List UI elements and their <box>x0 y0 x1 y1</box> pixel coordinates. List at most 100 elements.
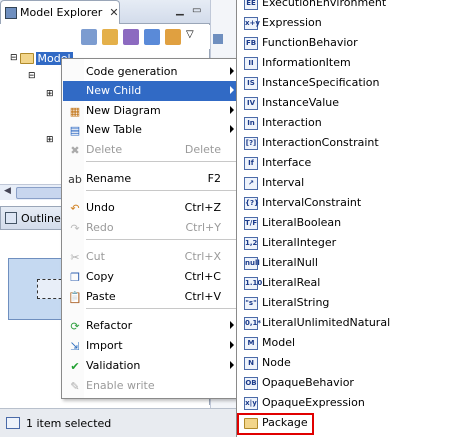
view-menu-icon[interactable]: ▽ <box>186 29 202 45</box>
menu-item-copy[interactable]: ❐ Copy Ctrl+C <box>63 267 239 287</box>
collapse-icon[interactable]: ⊟ <box>10 53 18 63</box>
submenu-arrow-icon <box>230 67 234 75</box>
tree-row-child[interactable]: ⊟ <box>28 68 36 84</box>
submenu-item-literalreal[interactable]: 1.10 LiteralReal <box>237 273 452 293</box>
submenu-item-executionenvironment[interactable]: EE ExecutionEnvironment <box>237 0 452 13</box>
menu-item-shortcut: Delete <box>184 143 221 156</box>
cut-icon: ✂ <box>70 250 80 264</box>
submenu-item-model[interactable]: M Model <box>237 333 452 353</box>
submenu-item-label: ExecutionEnvironment <box>262 0 387 9</box>
link-editor-icon[interactable] <box>102 29 118 45</box>
submenu-item-literalinteger[interactable]: 1,2 LiteralInteger <box>237 233 452 253</box>
sync-icon[interactable] <box>165 29 181 45</box>
validation-icon: ✔ <box>70 359 80 373</box>
blank-icon <box>67 64 83 80</box>
submenu-item-label: Model <box>262 336 296 349</box>
menu-item-validation[interactable]: ✔ Validation <box>63 356 239 376</box>
menu-item-label: Redo <box>86 221 114 234</box>
literalstring-icon: "s" <box>243 295 259 311</box>
submenu-item-label: LiteralBoolean <box>262 216 342 229</box>
minimize-icon[interactable]: ▁ <box>176 5 184 16</box>
submenu-item-interaction[interactable]: In Interaction <box>237 113 452 133</box>
context-menu: Code generation New Child ▦ New Diagram ▤ New… <box>61 58 239 399</box>
tree-row-child[interactable]: ⊞ <box>46 86 54 102</box>
scroll-left-icon[interactable]: ◀ <box>4 186 11 196</box>
import-icon: ⇲ <box>70 339 80 353</box>
table-icon: ▤ <box>69 123 81 137</box>
menu-item-shortcut: Ctrl+C <box>184 270 221 283</box>
menu-item-new-table[interactable]: ▤ New Table <box>63 120 239 140</box>
status-text: 1 item selected <box>26 416 112 430</box>
menu-separator <box>86 239 236 240</box>
opaqueexpression-icon: x|y <box>243 395 259 411</box>
literalunlimitednatural-icon: 0,1* <box>243 315 261 331</box>
submenu-item-informationitem[interactable]: II InformationItem <box>237 53 452 73</box>
submenu-item-label: LiteralString <box>262 296 330 309</box>
menu-item-shortcut: Ctrl+Z <box>184 201 221 214</box>
outline-preview[interactable] <box>8 258 68 320</box>
menu-item-redo[interactable]: ↷ Redo Ctrl+Y <box>63 218 239 238</box>
submenu-item-label: LiteralNull <box>262 256 318 269</box>
submenu-item-label: InteractionConstraint <box>262 136 379 149</box>
submenu-item-literalboolean[interactable]: T/F LiteralBoolean <box>237 213 452 233</box>
submenu-item-intervalconstraint[interactable]: {?} IntervalConstraint <box>237 193 452 213</box>
menu-item-shortcut: Ctrl+V <box>184 290 221 303</box>
menu-separator <box>86 161 236 162</box>
submenu-item-instancevalue[interactable]: IV InstanceValue <box>237 93 452 113</box>
submenu-item-functionbehavior[interactable]: FB FunctionBehavior <box>237 33 452 53</box>
tree-view-icon[interactable] <box>81 29 97 45</box>
submenu-item-label: Node <box>262 356 291 369</box>
submenu-item-label: Interval <box>262 176 305 189</box>
menu-item-enable-write[interactable]: ✎ Enable write <box>63 376 239 396</box>
submenu-item-literalunlimitednatural[interactable]: 0,1* LiteralUnlimitedNatural <box>237 313 452 333</box>
submenu-item-opaqueexpression[interactable]: x|y OpaqueExpression <box>237 393 452 413</box>
submenu-item-opaquebehavior[interactable]: OB OpaqueBehavior <box>237 373 452 393</box>
submenu-item-expression[interactable]: x+y Expression <box>237 13 452 33</box>
submenu-item-instancespecification[interactable]: IS InstanceSpecification <box>237 73 452 93</box>
submenu-item-interval[interactable]: ↗ Interval <box>237 173 452 193</box>
expand-icon[interactable]: ⊞ <box>46 135 54 145</box>
menu-item-rename[interactable]: ab Rename F2 <box>63 169 239 189</box>
menu-item-refactor[interactable]: ⟳ Refactor <box>63 316 239 336</box>
submenu-arrow-icon <box>230 341 234 349</box>
literalreal-icon: 1.10 <box>243 275 262 291</box>
sort-icon[interactable] <box>123 29 139 45</box>
expand-icon[interactable]: ⊞ <box>46 89 54 99</box>
blank-icon <box>67 83 83 99</box>
menu-item-import[interactable]: ⇲ Import <box>63 336 239 356</box>
submenu-item-interactionconstraint[interactable]: [?] InteractionConstraint <box>237 133 452 153</box>
submenu-item-label: FunctionBehavior <box>262 36 358 49</box>
menu-item-cut[interactable]: ✂ Cut Ctrl+X <box>63 247 239 267</box>
informationitem-icon: II <box>243 55 259 71</box>
delete-icon: ✖ <box>70 143 80 157</box>
menu-item-label: Refactor <box>86 319 133 332</box>
menu-item-label: New Diagram <box>86 104 161 117</box>
submenu-item-interface[interactable]: If Interface <box>237 153 452 173</box>
menu-item-label: Code generation <box>86 65 178 78</box>
tree-row-child[interactable]: ⊞ <box>46 132 54 148</box>
model-explorer-tab[interactable]: Model Explorer ✕ <box>0 0 120 24</box>
submenu-arrow-icon <box>230 86 234 94</box>
maximize-icon[interactable]: ▭ <box>192 5 201 16</box>
interval-icon: ↗ <box>243 175 259 191</box>
menu-separator <box>86 308 236 309</box>
submenu-item-literalnull[interactable]: null LiteralNull <box>237 253 452 273</box>
menu-item-new-diagram[interactable]: ▦ New Diagram <box>63 101 239 121</box>
submenu-item-label: InstanceValue <box>262 96 339 109</box>
model-icon <box>19 52 34 64</box>
menu-item-code-generation[interactable]: Code generation <box>63 62 239 82</box>
collapse-all-icon[interactable] <box>144 29 160 45</box>
new-child-submenu: EE ExecutionEnvironment x+y Expression FB Fun… <box>236 0 452 437</box>
menu-item-paste[interactable]: 📋 Paste Ctrl+V <box>63 287 239 307</box>
menu-item-undo[interactable]: ↶ Undo Ctrl+Z <box>63 198 239 218</box>
menu-item-new-child[interactable]: New Child <box>63 81 239 101</box>
menu-item-delete[interactable]: ✖ Delete Delete <box>63 140 239 160</box>
submenu-item-node[interactable]: N Node <box>237 353 452 373</box>
outline-tab-label: Outline <box>21 211 61 225</box>
submenu-item-literalstring[interactable]: "s" LiteralString <box>237 293 452 313</box>
submenu-item-label: LiteralInteger <box>262 236 337 249</box>
collapse-icon[interactable]: ⊟ <box>28 71 36 81</box>
instancevalue-icon: IV <box>243 95 259 111</box>
status-icon <box>6 417 20 429</box>
close-icon[interactable]: ✕ <box>109 6 118 19</box>
